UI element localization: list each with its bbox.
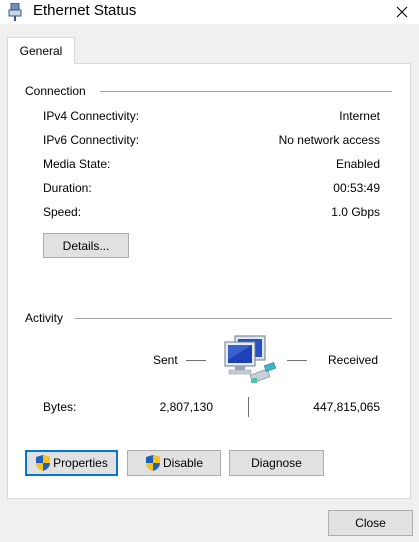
uac-shield-icon — [36, 455, 51, 471]
properties-button[interactable]: Properties — [25, 450, 118, 476]
sent-label: Sent — [153, 353, 178, 367]
network-computers-icon — [224, 335, 277, 384]
close-icon — [396, 6, 408, 18]
duration-label: Duration: — [43, 181, 92, 195]
title-close-button[interactable] — [385, 0, 419, 24]
ipv6-value: No network access — [278, 133, 380, 147]
bytes-separator — [248, 397, 249, 417]
speed-value: 1.0 Gbps — [331, 205, 380, 219]
ipv4-label: IPv4 Connectivity: — [43, 109, 140, 123]
bytes-received-value: 447,815,065 — [313, 400, 380, 414]
activity-group-title: Activity — [25, 311, 64, 325]
received-line — [287, 360, 307, 361]
network-adapter-icon — [8, 3, 22, 21]
activity-divider — [75, 318, 392, 319]
speed-label: Speed: — [43, 205, 82, 219]
tab-general-label: General — [19, 44, 63, 58]
connection-divider — [100, 91, 392, 92]
bytes-label: Bytes: — [43, 400, 77, 414]
title-bar: Ethernet Status — [0, 0, 419, 24]
details-button[interactable]: Details... — [43, 233, 129, 258]
disable-button[interactable]: Disable — [127, 450, 221, 476]
diagnose-button[interactable]: Diagnose — [229, 450, 324, 476]
close-button-label: Close — [355, 516, 386, 530]
window-title: Ethernet Status — [33, 2, 137, 19]
media-state-label: Media State: — [43, 157, 111, 171]
properties-button-label: Properties — [53, 456, 108, 470]
details-button-label: Details... — [62, 238, 110, 253]
close-button[interactable]: Close — [328, 510, 413, 536]
bytes-sent-value: 2,807,130 — [159, 400, 213, 414]
connection-group-title: Connection — [25, 84, 86, 98]
uac-shield-icon — [145, 455, 160, 471]
ipv4-value: Internet — [339, 109, 380, 123]
general-panel: Connection IPv4 Connectivity: Internet I… — [7, 63, 411, 499]
diagnose-button-label: Diagnose — [251, 456, 302, 470]
ipv6-label: IPv6 Connectivity: — [43, 133, 140, 147]
duration-value: 00:53:49 — [333, 181, 380, 195]
disable-button-label: Disable — [162, 456, 204, 470]
media-state-value: Enabled — [335, 157, 380, 171]
tab-general[interactable]: General — [7, 37, 75, 64]
received-label: Received — [328, 353, 379, 367]
sent-line — [186, 360, 206, 361]
